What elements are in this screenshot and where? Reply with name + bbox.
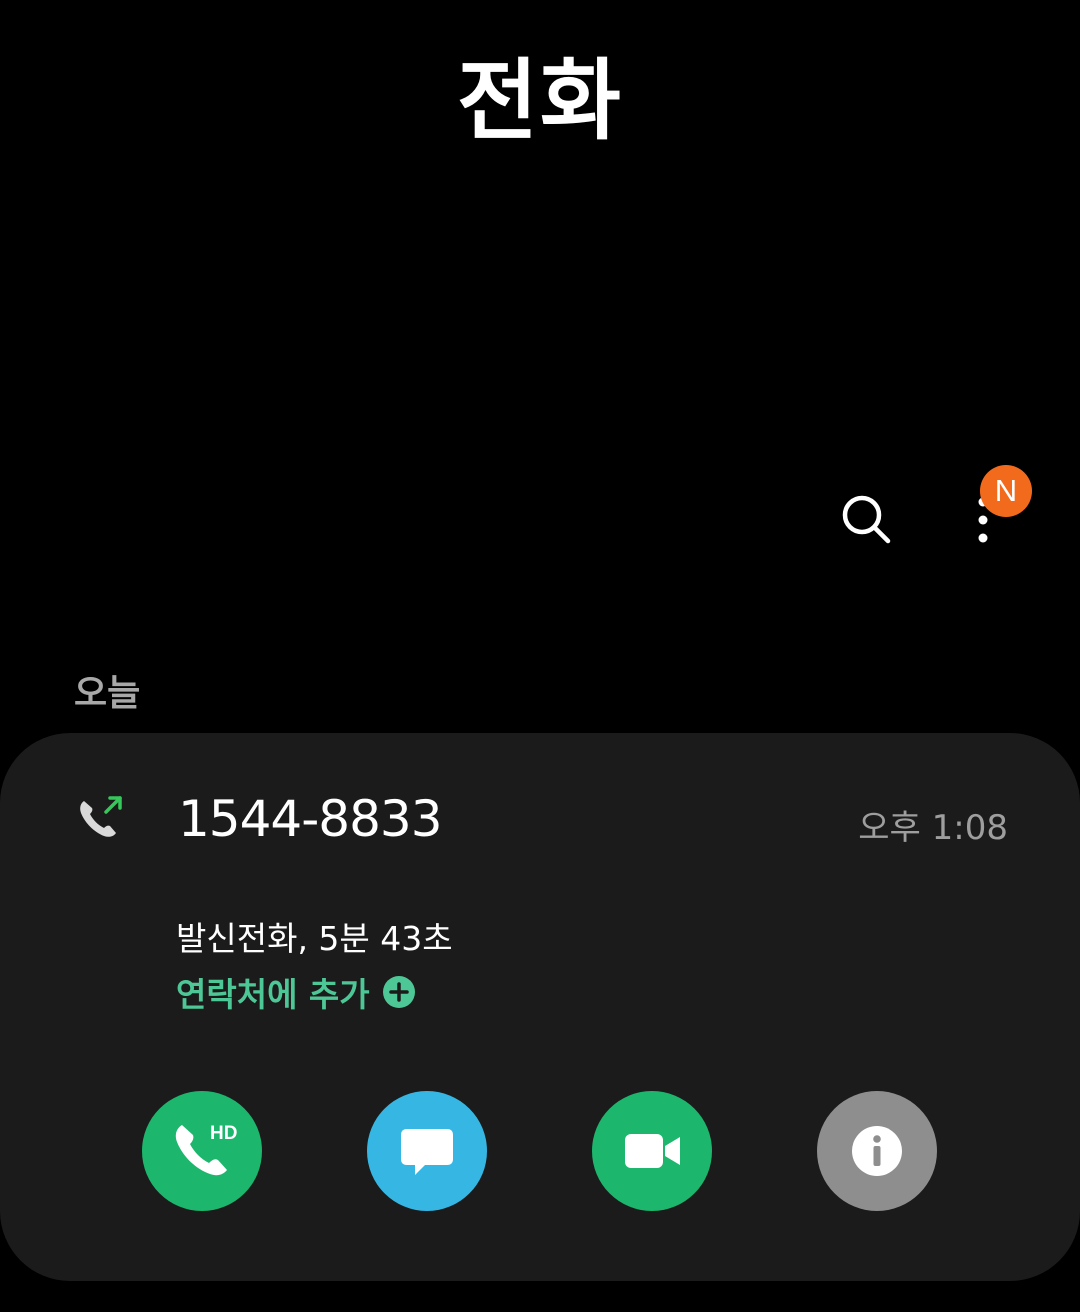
add-to-contacts-button[interactable]: 연락처에 추가 bbox=[176, 968, 416, 1016]
video-call-button[interactable] bbox=[592, 1091, 712, 1211]
hd-call-icon: HD bbox=[175, 1123, 237, 1176]
call-time: 오후 1:08 bbox=[858, 808, 1008, 848]
call-detail: 발신전화, 5분 43초 bbox=[176, 919, 453, 958]
outgoing-call-icon bbox=[80, 796, 122, 837]
phone-app-screen: 전화 N 오늘 1544-8833 오후 1:08 발신전화, 5분 43초 연… bbox=[0, 0, 1080, 1312]
details-button[interactable] bbox=[817, 1091, 937, 1211]
app-title: 전화 bbox=[457, 49, 623, 152]
message-icon bbox=[401, 1129, 453, 1175]
new-notification-badge: N bbox=[980, 465, 1032, 517]
plus-circle-icon bbox=[382, 976, 415, 1008]
svg-text:HD: HD bbox=[210, 1123, 237, 1144]
search-button[interactable] bbox=[832, 486, 900, 554]
add-to-contacts-label: 연락처에 추가 bbox=[176, 975, 370, 1014]
hd-voice-call-button[interactable]: HD bbox=[142, 1091, 262, 1211]
message-button[interactable] bbox=[367, 1091, 487, 1211]
info-icon bbox=[852, 1126, 902, 1176]
search-icon bbox=[842, 495, 891, 544]
video-icon bbox=[625, 1134, 680, 1168]
phone-number: 1544-8833 bbox=[178, 790, 443, 848]
section-label-today: 오늘 bbox=[74, 673, 141, 714]
